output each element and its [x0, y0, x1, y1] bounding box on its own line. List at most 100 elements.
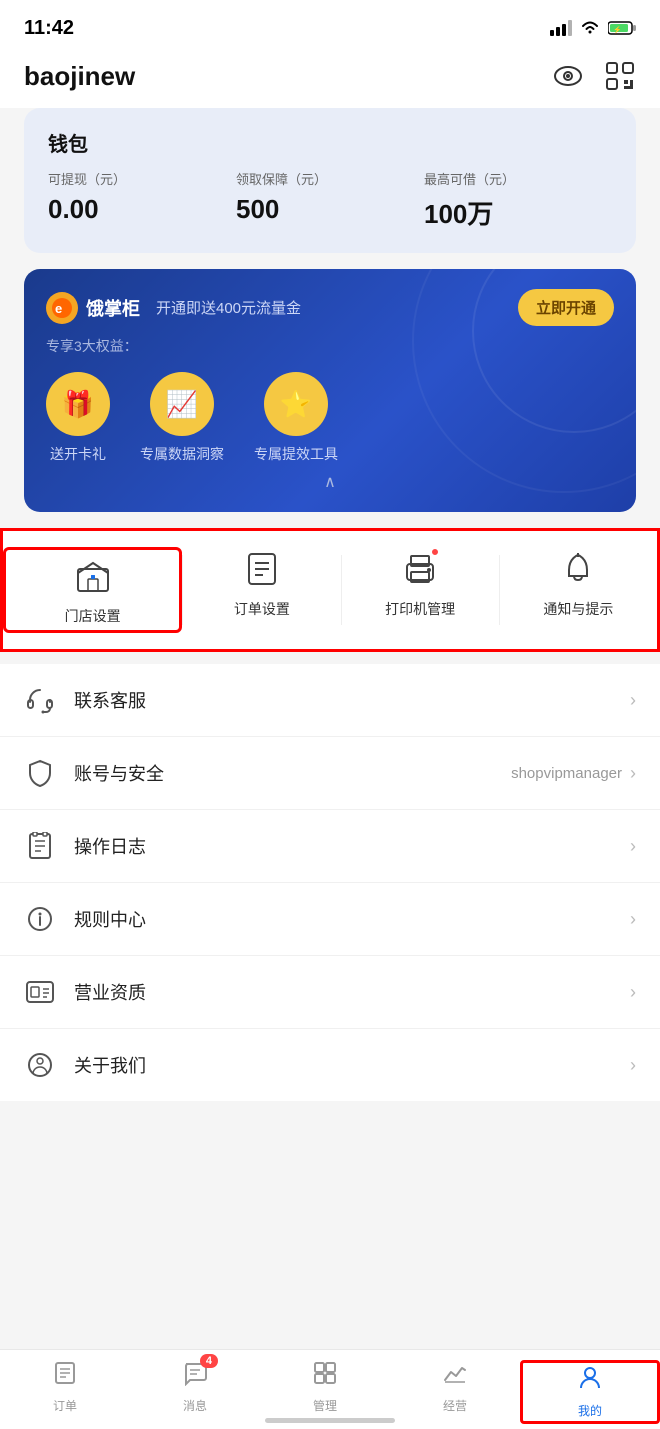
wallet-guarantee-label: 领取保障（元）	[236, 169, 424, 188]
menu-customer-service-chevron: ›	[630, 690, 636, 711]
menu-customer-service-label: 联系客服	[74, 687, 630, 713]
banner-desc: 开通即送400元流量金	[156, 297, 301, 318]
menu-operation-log-chevron: ›	[630, 836, 636, 857]
about-svg-icon	[27, 1052, 53, 1078]
menu-section: 联系客服 › 账号与安全 shopvipmanager ›	[0, 664, 660, 1101]
wallet-card: 钱包 可提现（元） 0.00 领取保障（元） 500 最高可借（元） 100万	[24, 108, 636, 253]
menu-account-security-value: shopvipmanager	[511, 765, 622, 782]
banner-subtitle: 专享3大权益：	[46, 336, 614, 356]
banner-icon-gift: 🎁 送开卡礼	[46, 372, 110, 464]
nav-item-mine[interactable]: 我的	[520, 1360, 660, 1424]
signal-icon	[550, 20, 572, 36]
orders-nav-icon	[52, 1360, 78, 1393]
menu-item-operation-log[interactable]: 操作日志 ›	[0, 810, 660, 883]
headphone-svg-icon	[26, 686, 54, 714]
analytics-svg-icon	[442, 1360, 468, 1386]
messages-badge: 4	[200, 1354, 218, 1368]
nav-orders-label: 订单	[53, 1397, 77, 1414]
banner-icon-data-label: 专属数据洞察	[140, 444, 224, 464]
promo-banner[interactable]: e 饿掌柜 开通即送400元流量金 立即开通 专享3大权益： 🎁 送开卡礼 📈 …	[24, 269, 636, 512]
shield-icon	[24, 757, 56, 789]
menu-business-license-chevron: ›	[630, 982, 636, 1003]
eye-button[interactable]	[552, 60, 584, 92]
order-settings-icon	[240, 547, 284, 591]
status-bar: 11:42 ⚡	[0, 0, 660, 50]
menu-business-license-label: 营业资质	[74, 979, 630, 1005]
menu-rule-center-chevron: ›	[630, 909, 636, 930]
nav-mine-label: 我的	[578, 1402, 602, 1419]
battery-icon: ⚡	[608, 20, 636, 36]
scan-button[interactable]	[604, 60, 636, 92]
banner-chevron-icon: ∧	[46, 472, 614, 492]
wallet-borrow-label: 最高可借（元）	[424, 169, 612, 188]
nav-analytics-label: 经营	[443, 1397, 467, 1414]
bell-svg-icon	[559, 550, 597, 588]
banner-activate-button[interactable]: 立即开通	[518, 289, 614, 326]
nav-item-manage[interactable]: 管理	[260, 1360, 390, 1414]
orders-svg-icon	[52, 1360, 78, 1386]
nav-messages-label: 消息	[183, 1397, 207, 1414]
wallet-row: 可提现（元） 0.00 领取保障（元） 500 最高可借（元） 100万	[48, 169, 612, 231]
quick-action-store-label: 门店设置	[65, 606, 121, 626]
wallet-guarantee: 领取保障（元） 500	[236, 169, 424, 231]
header-icons	[552, 60, 636, 92]
banner-icon-tool-label: 专属提效工具	[254, 444, 338, 464]
quick-actions: 门店设置 订单设置	[0, 528, 660, 652]
banner-brand: 饿掌柜	[86, 295, 140, 321]
wallet-withdrawable-value: 0.00	[48, 194, 236, 225]
banner-logo-area: e 饿掌柜 开通即送400元流量金	[46, 292, 301, 324]
star-tool-icon: ⭐	[264, 372, 328, 436]
quick-action-notify[interactable]: 通知与提示	[500, 547, 657, 633]
headphone-icon	[24, 684, 56, 716]
status-time: 11:42	[24, 17, 74, 40]
header: baojinew	[0, 50, 660, 108]
wallet-withdrawable: 可提现（元） 0.00	[48, 169, 236, 231]
quick-action-printer[interactable]: 打印机管理	[342, 547, 499, 633]
bottom-nav: 订单 4 消息 管理	[0, 1349, 660, 1429]
quick-action-notify-label: 通知与提示	[543, 599, 613, 619]
banner-icon-tool: ⭐ 专属提效工具	[254, 372, 338, 464]
menu-rule-center-label: 规则中心	[74, 906, 630, 932]
wifi-icon	[580, 20, 600, 36]
manage-nav-icon	[312, 1360, 338, 1393]
menu-item-account-security[interactable]: 账号与安全 shopvipmanager ›	[0, 737, 660, 810]
svg-text:⚡: ⚡	[613, 25, 622, 34]
nav-item-orders[interactable]: 订单	[0, 1360, 130, 1414]
wallet-withdrawable-label: 可提现（元）	[48, 169, 236, 188]
nav-item-messages[interactable]: 4 消息	[130, 1360, 260, 1414]
order-svg-icon	[243, 550, 281, 588]
info-svg-icon	[27, 906, 53, 932]
menu-item-rule-center[interactable]: 规则中心 ›	[0, 883, 660, 956]
log-svg-icon	[27, 832, 53, 860]
quick-action-store[interactable]: 门店设置	[3, 547, 182, 633]
nav-item-analytics[interactable]: 经营	[390, 1360, 520, 1414]
log-icon	[24, 830, 56, 862]
menu-about-us-label: 关于我们	[74, 1052, 630, 1078]
quick-action-order-label: 订单设置	[234, 599, 290, 619]
id-card-icon	[24, 976, 56, 1008]
analytics-nav-icon	[442, 1360, 468, 1393]
store-icon	[71, 554, 115, 598]
nav-manage-label: 管理	[313, 1397, 337, 1414]
notify-icon	[556, 547, 600, 591]
menu-account-security-label: 账号与安全	[74, 760, 511, 786]
person-svg-icon	[577, 1365, 603, 1391]
wallet-borrow-value: 100万	[424, 194, 612, 231]
manage-svg-icon	[312, 1360, 338, 1386]
menu-item-about-us[interactable]: 关于我们 ›	[0, 1029, 660, 1101]
quick-action-order[interactable]: 订单设置	[183, 547, 340, 633]
chart-icon: 📈	[150, 372, 214, 436]
menu-account-security-chevron: ›	[630, 763, 636, 784]
eleme-logo-icon: e	[51, 297, 73, 319]
menu-item-business-license[interactable]: 营业资质 ›	[0, 956, 660, 1029]
messages-nav-icon: 4	[182, 1360, 208, 1393]
wallet-title: 钱包	[48, 128, 612, 157]
menu-item-customer-service[interactable]: 联系客服 ›	[0, 664, 660, 737]
menu-operation-log-label: 操作日志	[74, 833, 630, 859]
printer-icon	[398, 547, 442, 591]
home-indicator	[265, 1418, 395, 1423]
status-icons: ⚡	[550, 20, 636, 36]
header-title: baojinew	[24, 61, 135, 92]
scan-icon	[606, 62, 634, 90]
store-svg-icon	[74, 557, 112, 595]
